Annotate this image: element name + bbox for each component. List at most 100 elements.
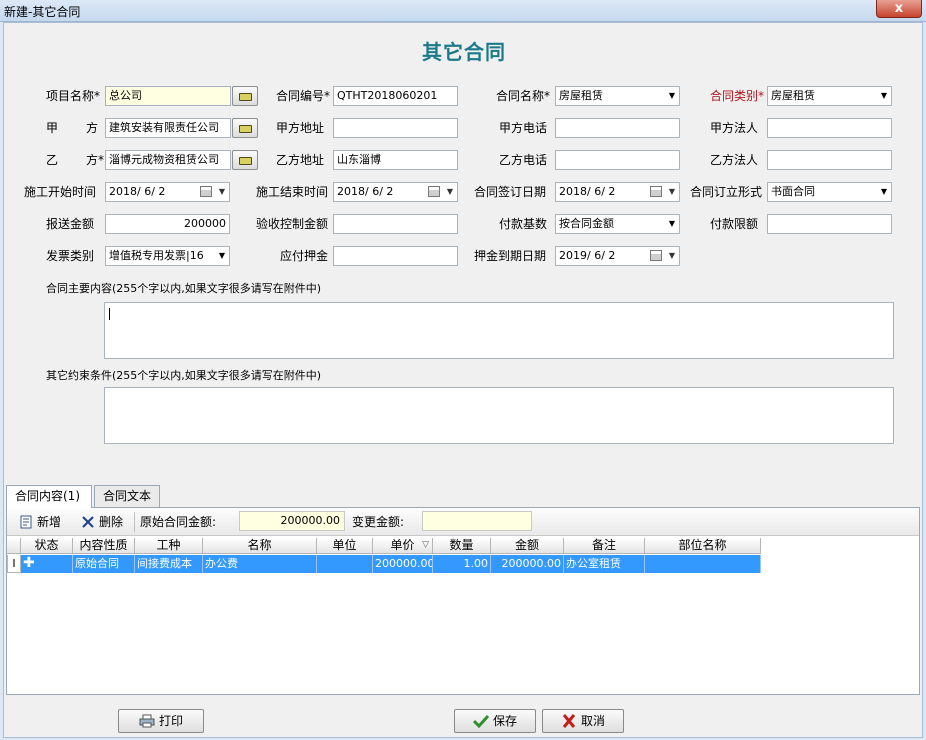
checkmark-icon xyxy=(472,714,489,728)
col-price[interactable]: 单价 ▽ xyxy=(373,538,433,554)
start-date-label: 施工开始时间 xyxy=(24,185,97,199)
sign-form-label: 合同订立形式 xyxy=(690,185,763,199)
contract-name-value: 房屋租赁 xyxy=(559,89,603,102)
col-location[interactable]: 部位名称 xyxy=(645,538,761,554)
change-amount-label: 变更金额: xyxy=(352,515,405,529)
print-button[interactable]: 打印 xyxy=(118,709,204,733)
contract-type-label: 合同类别* xyxy=(710,89,765,103)
payment-base-select[interactable]: 按合同金额 ▼ xyxy=(555,214,680,234)
calendar-icon xyxy=(650,186,662,197)
main-content-textarea[interactable] xyxy=(104,302,894,359)
party-b-legal-field[interactable] xyxy=(767,150,892,170)
party-a-label: 甲方 xyxy=(46,121,99,135)
other-terms-textarea[interactable] xyxy=(104,387,894,444)
other-terms-label: 其它约束条件(255个字以内,如果文字很多请写在附件中) xyxy=(46,369,322,382)
picker-icon xyxy=(239,157,252,165)
party-b-addr-field[interactable]: 山东淄博 xyxy=(333,150,458,170)
add-icon xyxy=(20,515,32,529)
add-button[interactable]: 新增 xyxy=(17,512,61,532)
picker-icon xyxy=(239,125,252,133)
col-nature[interactable]: 内容性质 xyxy=(73,538,135,554)
tab-contract-content[interactable]: 合同内容(1) xyxy=(6,485,92,508)
invoice-type-select[interactable]: 增值税专用发票|16 ▼ xyxy=(105,246,230,266)
col-amount[interactable]: 金额 xyxy=(491,538,564,554)
chevron-down-icon: ▼ xyxy=(880,91,887,100)
sign-form-select[interactable]: 书面合同 ▼ xyxy=(767,182,892,202)
payment-limit-field[interactable] xyxy=(767,214,892,234)
party-b-field[interactable]: 淄博元成物资租赁公司 xyxy=(105,150,231,170)
contract-content-panel: 新增 删除 原始合同金额: 200000.00 变更金额: 状态 内容性质 工种… xyxy=(6,507,920,695)
party-a-field[interactable]: 建筑安装有限责任公司 xyxy=(105,118,231,138)
contract-no-field[interactable]: QTHT2018060201 xyxy=(333,86,458,106)
tab-contract-text[interactable]: 合同文本 xyxy=(94,485,160,507)
close-button[interactable]: x xyxy=(876,0,922,18)
party-a-picker-button[interactable] xyxy=(232,118,258,138)
close-icon xyxy=(562,713,576,728)
start-date-picker[interactable]: 2018/ 6/ 2 ▼ xyxy=(105,182,230,202)
party-a-addr-label: 甲方地址 xyxy=(276,121,325,135)
project-picker-button[interactable] xyxy=(232,86,258,106)
col-status[interactable]: 状态 xyxy=(21,538,73,554)
delete-icon xyxy=(82,516,94,528)
col-unit[interactable]: 单位 xyxy=(317,538,373,554)
contract-name-label: 合同名称* xyxy=(496,89,551,103)
report-amount-field[interactable]: 200000 xyxy=(105,214,230,234)
printer-icon xyxy=(139,714,155,727)
delete-button[interactable]: 删除 xyxy=(79,512,123,532)
change-amount-field[interactable] xyxy=(422,511,532,531)
col-remark[interactable]: 备注 xyxy=(564,538,645,554)
dialog-body: 其它合同 项目名称* 总公司 合同编号* QTHT2018060201 合同名称… xyxy=(3,22,923,738)
chevron-down-icon: ▼ xyxy=(218,187,225,196)
original-amount-field[interactable]: 200000.00 xyxy=(239,511,345,531)
close-icon: x xyxy=(894,1,904,16)
party-a-phone-field[interactable] xyxy=(555,118,680,138)
title-bar: 新建-其它合同 x xyxy=(0,0,926,22)
deposit-field[interactable] xyxy=(333,246,458,266)
report-amount-label: 报送金额 xyxy=(46,217,95,231)
save-button[interactable]: 保存 xyxy=(454,709,536,733)
project-name-label: 项目名称* xyxy=(46,89,101,103)
contract-name-select[interactable]: 房屋租赁 ▼ xyxy=(555,86,680,106)
party-b-addr-label: 乙方地址 xyxy=(276,153,325,167)
deposit-due-label: 押金到期日期 xyxy=(474,249,547,263)
sign-date-picker[interactable]: 2018/ 6/ 2 ▼ xyxy=(555,182,680,202)
header-indicator xyxy=(7,538,21,554)
chevron-down-icon: ▼ xyxy=(668,187,675,196)
chevron-down-icon: ▼ xyxy=(880,187,887,196)
payment-base-value: 按合同金额 xyxy=(559,217,614,230)
cell-qty: 1.00 xyxy=(433,555,491,573)
deposit-due-value: 2019/ 6/ 2 xyxy=(559,249,616,262)
project-name-field[interactable]: 总公司 xyxy=(105,86,231,106)
form-heading: 其它合同 xyxy=(422,40,506,64)
plus-icon: ✚ xyxy=(23,555,35,571)
main-content-label: 合同主要内容(255个字以内,如果文字很多请写在附件中) xyxy=(46,282,322,295)
end-date-picker[interactable]: 2018/ 6/ 2 ▼ xyxy=(333,182,458,202)
sign-date-label: 合同签订日期 xyxy=(474,185,547,199)
toolbar-separator xyxy=(134,512,135,532)
contract-type-select[interactable]: 房屋租赁 ▼ xyxy=(767,86,892,106)
party-b-picker-button[interactable] xyxy=(232,150,258,170)
chevron-down-icon: ▼ xyxy=(446,187,453,196)
acceptance-amount-field[interactable] xyxy=(333,214,458,234)
sign-form-value: 书面合同 xyxy=(771,185,815,198)
cell-unit xyxy=(317,555,373,573)
party-b-phone-field[interactable] xyxy=(555,150,680,170)
invoice-type-label: 发票类别 xyxy=(46,249,95,263)
calendar-icon xyxy=(200,186,212,197)
contract-items-grid: 状态 内容性质 工种 名称 单位 单价 ▽ 数量 金额 备注 部位名称 I ✚ 原… xyxy=(7,538,919,694)
calendar-icon xyxy=(428,186,440,197)
row-status: ✚ xyxy=(21,555,73,573)
deposit-label: 应付押金 xyxy=(280,249,329,263)
cancel-button[interactable]: 取消 xyxy=(542,709,624,733)
party-a-addr-field[interactable] xyxy=(333,118,458,138)
sort-icon: ▽ xyxy=(422,540,429,550)
cell-nature: 原始合同 xyxy=(73,555,135,573)
col-work-type[interactable]: 工种 xyxy=(135,538,203,554)
party-a-legal-label: 甲方法人 xyxy=(710,121,759,135)
deposit-due-picker[interactable]: 2019/ 6/ 2 ▼ xyxy=(555,246,680,266)
original-amount-label: 原始合同金额: xyxy=(140,515,217,529)
start-date-value: 2018/ 6/ 2 xyxy=(109,185,166,198)
party-a-legal-field[interactable] xyxy=(767,118,892,138)
col-name[interactable]: 名称 xyxy=(203,538,317,554)
col-qty[interactable]: 数量 xyxy=(433,538,491,554)
